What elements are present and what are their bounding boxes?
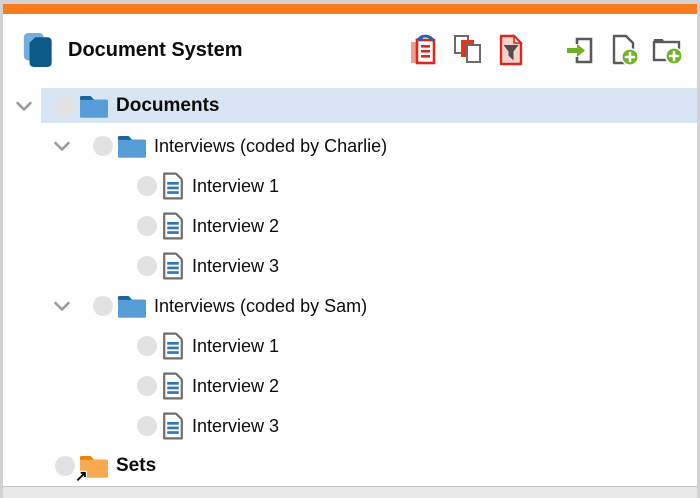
folder-blue-icon (117, 293, 147, 319)
document-tree: Documents Interviews (coded by Charlie) … (3, 86, 697, 486)
tree-row-interview-1-sam[interactable]: Interview 1 (3, 326, 697, 366)
tree-row-interview-2-sam[interactable]: Interview 2 (3, 366, 697, 406)
tree-item-label: Interviews (coded by Sam) (154, 295, 368, 316)
activation-dot[interactable] (137, 256, 157, 276)
activation-dot[interactable] (137, 176, 157, 196)
document-system-panel: Document System Documents Interviews (co… (0, 0, 700, 498)
folder-blue-icon (79, 93, 109, 119)
panel-title: Document System (68, 38, 243, 61)
activation-dot[interactable] (93, 296, 113, 316)
panel-body: Document System Documents Interviews (co… (3, 4, 697, 498)
tree-item-label: Interview 1 (192, 335, 280, 356)
tree-row-interview-3-sam[interactable]: Interview 3 (3, 406, 697, 446)
new-document-group-icon[interactable] (649, 31, 685, 69)
activation-dot[interactable] (93, 136, 113, 156)
tree-item-label: Interview 2 (192, 215, 280, 236)
activation-dot[interactable] (137, 416, 157, 436)
chevron-down-icon[interactable] (51, 135, 73, 157)
document-icon (161, 212, 185, 240)
filter-documents-icon[interactable] (493, 31, 529, 69)
tree-row-interviews-charlie[interactable]: Interviews (coded by Charlie) (3, 126, 697, 166)
activation-dot[interactable] (55, 456, 75, 476)
panel-header: Document System (3, 14, 697, 86)
accent-bar (3, 4, 697, 14)
activation-dot[interactable] (137, 336, 157, 356)
chevron-down-icon[interactable] (51, 295, 73, 317)
tree-item-label: Interview 3 (192, 415, 280, 436)
activation-dot[interactable] (55, 96, 75, 116)
tree-item-label: Documents (116, 95, 220, 116)
document-icon (161, 412, 185, 440)
activation-dot[interactable] (137, 216, 157, 236)
shortcut-arrow-icon: ↗ (75, 468, 88, 485)
documents-stack-icon (21, 30, 55, 70)
tree-row-sets[interactable]: ↗ Sets (3, 446, 697, 486)
document-icon (161, 372, 185, 400)
folder-blue-icon (117, 133, 147, 159)
tree-item-label: Interviews (coded by Charlie) (154, 135, 388, 156)
import-icon[interactable] (563, 31, 599, 69)
tree-row-interview-2-charlie[interactable]: Interview 2 (3, 206, 697, 246)
reset-activations-icon[interactable] (407, 31, 443, 69)
activation-dot[interactable] (137, 376, 157, 396)
chevron-down-icon[interactable] (13, 95, 35, 117)
activated-documents-icon[interactable] (450, 31, 486, 69)
document-icon (161, 172, 185, 200)
bottom-border (3, 486, 697, 498)
new-document-icon[interactable] (606, 31, 642, 69)
toolbar (407, 31, 685, 69)
tree-item-label: Interview 2 (192, 375, 280, 396)
folder-sets-icon: ↗ (75, 453, 109, 485)
document-icon (161, 252, 185, 280)
tree-row-documents[interactable]: Documents (3, 86, 697, 126)
tree-item-label: Sets (116, 455, 157, 476)
tree-row-interview-1-charlie[interactable]: Interview 1 (3, 166, 697, 206)
document-icon (161, 332, 185, 360)
tree-item-label: Interview 1 (192, 175, 280, 196)
tree-row-interview-3-charlie[interactable]: Interview 3 (3, 246, 697, 286)
tree-row-interviews-sam[interactable]: Interviews (coded by Sam) (3, 286, 697, 326)
tree-item-label: Interview 3 (192, 255, 280, 276)
